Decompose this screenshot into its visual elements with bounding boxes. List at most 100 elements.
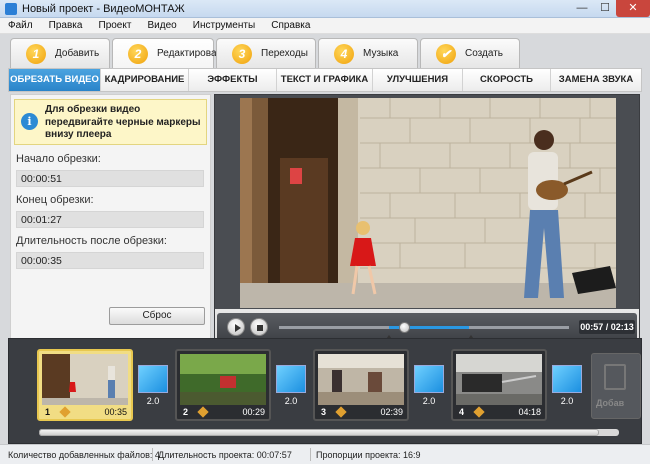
close-button[interactable]: ✕ [616,0,650,17]
menu-help[interactable]: Справка [263,18,315,31]
play-icon [235,324,241,332]
clip-thumbnail [456,354,542,405]
status-file-count: Количество добавленных файлов: 4 [8,450,160,460]
storyboard: 1 00:35 2.0 2 00:29 2.0 3 02:39 2.0 4 04… [8,338,642,444]
video-frame[interactable] [240,98,616,308]
tab-enhancements[interactable]: УЛУЧШЕНИЯ [373,69,463,91]
transition-3[interactable]: 2.0 [413,365,445,411]
app-icon [5,3,17,15]
clip-2[interactable]: 2 00:29 [175,349,271,421]
trim-panel: i Для обрезки видео передвигайте черные … [10,94,211,376]
trim-length-label: Длительность после обрезки: [16,235,167,247]
tab-effects[interactable]: ЭФФЕКТЫ [189,69,277,91]
edit-pencil-icon[interactable] [59,406,71,418]
clip-duration: 04:18 [518,407,541,417]
scrollbar-thumb[interactable] [39,429,599,436]
transition-duration: 2.0 [284,396,298,406]
clip-meta: 2 00:29 [179,406,267,419]
step-label: Переходы [261,48,308,59]
menu-project[interactable]: Проект [91,18,137,31]
step-music[interactable]: 4 Музыка [318,38,418,68]
clip-thumbnail [42,354,128,405]
clip-meta: 4 04:18 [455,406,543,419]
transition-duration: 2.0 [560,396,574,406]
tab-speed[interactable]: СКОРОСТЬ [463,69,551,91]
menu-tools[interactable]: Инструменты [185,18,260,31]
clip-duration: 00:29 [242,407,265,417]
menu-file[interactable]: Файл [0,18,38,31]
tab-trim-video[interactable]: ОБРЕЗАТЬ ВИДЕО [9,69,101,91]
title-bar: Новый проект - ВидеоМОНТАЖ — ☐ ✕ [0,0,650,18]
add-file-icon [604,364,626,390]
main-area: 1 Добавить 2 Редактировать 3 Переходы 4 … [0,34,650,454]
time-display: 00:57 / 02:13 [579,320,635,334]
window-title: Новый проект - ВидеоМОНТАЖ [22,3,185,15]
step-transitions[interactable]: 3 Переходы [216,38,316,68]
clip-index: 2 [183,407,189,417]
stop-button[interactable] [250,318,268,336]
clip-1[interactable]: 1 00:35 [37,349,133,421]
clip-meta: 1 00:35 [41,406,129,419]
transition-2[interactable]: 2.0 [275,365,307,411]
transition-4[interactable]: 2.0 [551,365,583,411]
step-3-badge-icon: 3 [232,44,252,64]
step-label: Создать [465,48,504,59]
step-add[interactable]: 1 Добавить [10,38,110,68]
edit-pencil-icon[interactable] [335,406,347,418]
step-create[interactable]: ✔ Создать [420,38,520,68]
transition-1[interactable]: 2.0 [137,365,169,411]
step-label: Добавить [55,48,100,59]
edit-subtabs: ОБРЕЗАТЬ ВИДЕО КАДРИРОВАНИЕ ЭФФЕКТЫ ТЕКС… [8,68,642,92]
clip-index: 4 [459,407,465,417]
info-icon: i [21,113,38,130]
control-bar: 00:57 / 02:13 [217,313,637,341]
transition-icon [414,365,444,393]
clip-index: 3 [321,407,327,417]
menu-edit[interactable]: Правка [41,18,88,31]
trim-length-field: 00:00:35 [16,252,204,269]
trim-start-field[interactable]: 00:00:51 [16,170,204,187]
reset-button[interactable]: Сброс [109,307,205,325]
clip-duration: 00:35 [104,407,127,417]
menu-video[interactable]: Видео [140,18,182,31]
video-frame-image [240,98,616,308]
tab-text-graphics[interactable]: ТЕКСТ И ГРАФИКА [277,69,373,91]
transition-duration: 2.0 [146,396,160,406]
trim-start-label: Начало обрезки: [16,153,101,165]
step-edit[interactable]: 2 Редактировать [112,38,226,70]
step-1-badge-icon: 1 [26,44,46,64]
video-player: 00:57 / 02:13 [214,94,640,376]
hint-text: Для обрезки видео передвигайте черные ма… [45,104,201,140]
timeline-track[interactable] [279,322,569,333]
trim-hint: i Для обрезки видео передвигайте черные … [14,99,207,145]
minimize-button[interactable]: — [570,0,594,17]
storyboard-scrollbar[interactable] [39,429,619,436]
add-clip-label: Добав [596,398,625,408]
playhead-knob[interactable] [398,322,410,333]
stop-icon [257,325,263,331]
maximize-button[interactable]: ☐ [594,0,616,17]
clip-duration: 02:39 [380,407,403,417]
status-separator [152,448,153,461]
tab-replace-sound[interactable]: ЗАМЕНА ЗВУКА [551,69,641,91]
clip-thumbnail [318,354,404,405]
transition-icon [276,365,306,393]
status-project-duration: Длительность проекта: 00:07:57 [158,450,292,460]
edit-pencil-icon[interactable] [197,406,209,418]
step-4-badge-icon: 4 [334,44,354,64]
menu-bar: Файл Правка Проект Видео Инструменты Спр… [0,18,650,34]
clip-4[interactable]: 4 04:18 [451,349,547,421]
clip-meta: 3 02:39 [317,406,405,419]
step-label: Музыка [363,48,399,59]
clip-3[interactable]: 3 02:39 [313,349,409,421]
edit-pencil-icon[interactable] [473,406,485,418]
trim-end-field[interactable]: 00:01:27 [16,211,204,228]
status-separator [310,448,311,461]
add-clip-button[interactable]: Добав [591,353,641,419]
play-button[interactable] [227,318,245,336]
clip-thumbnail [180,354,266,405]
tab-crop[interactable]: КАДРИРОВАНИЕ [101,69,189,91]
transition-icon [552,365,582,393]
status-aspect-ratio: Пропорции проекта: 16:9 [316,450,421,460]
step-2-badge-icon: 2 [128,44,148,64]
